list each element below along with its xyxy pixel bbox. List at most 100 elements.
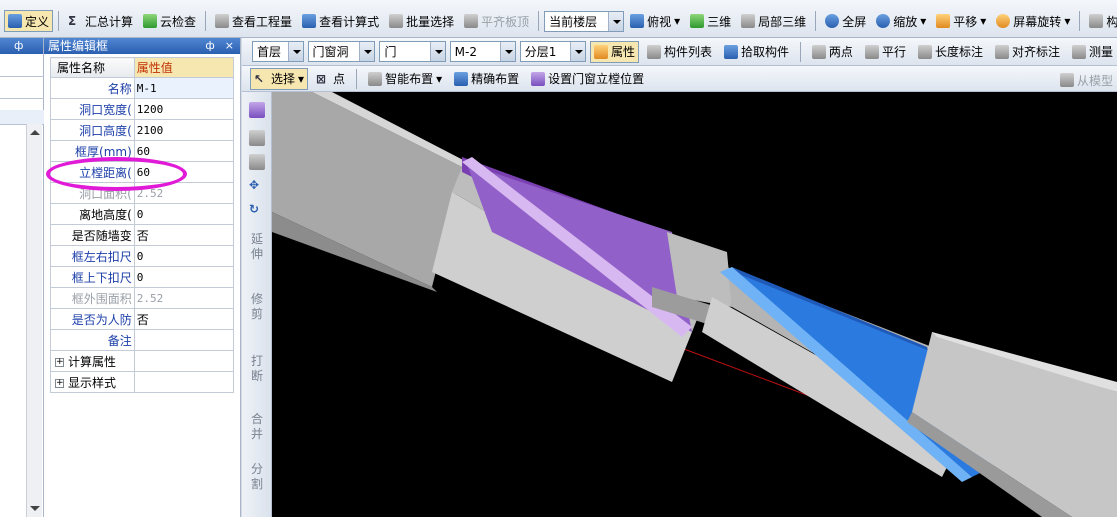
fullscreen-button[interactable]: 全屏 <box>821 10 870 32</box>
from-model-button[interactable]: 从模型 <box>1056 69 1117 91</box>
link-icon <box>215 14 230 28</box>
property-group-calc[interactable]: + 计算属性 <box>50 350 235 372</box>
component-select[interactable]: M-2 <box>449 41 516 62</box>
property-row-frame-thickness[interactable]: 框厚(mm) 60 <box>50 140 235 162</box>
move-icon[interactable]: ✥ <box>249 178 259 194</box>
point-button[interactable]: ⊠ 点 <box>312 68 349 90</box>
define-button[interactable]: 定义 <box>4 10 54 32</box>
property-grid: 属性名称 属性值 名称 M-1 洞口宽度( 1200 洞口高度( 2100 框厚… <box>50 57 235 393</box>
property-value[interactable]: 2100 <box>133 119 235 141</box>
property-label: 备注 <box>50 329 135 351</box>
expand-icon[interactable]: + <box>55 357 64 367</box>
property-row-frame-lr-deduct[interactable]: 框左右扣尺 0 <box>50 245 235 267</box>
component-button[interactable]: 构件 <box>1085 10 1117 32</box>
level-slab-button[interactable]: 平齐板顶 <box>460 10 533 32</box>
layer-select[interactable]: 分层1 <box>519 41 586 62</box>
3d-viewport[interactable] <box>272 92 1117 517</box>
property-row-opening-area[interactable]: 洞口面积( 2.52 <box>50 182 235 204</box>
scroll-up-icon[interactable] <box>30 130 40 135</box>
length-dim-button[interactable]: 长度标注 <box>914 41 987 63</box>
group-label[interactable]: + 显示样式 <box>50 371 135 393</box>
property-group-display[interactable]: + 显示样式 <box>50 371 235 393</box>
trim-tool[interactable]: 修剪 <box>250 292 264 322</box>
floor-scope-select[interactable]: 当前楼层 <box>544 10 625 32</box>
property-value[interactable] <box>133 329 235 351</box>
type-select[interactable]: 门 <box>379 41 446 62</box>
property-value[interactable]: 1200 <box>133 98 235 120</box>
selected-row[interactable] <box>0 110 44 124</box>
cloud-check-button[interactable]: 云检查 <box>139 10 200 32</box>
vertical-scrollbar[interactable] <box>26 124 42 517</box>
pin-icon[interactable]: ф <box>205 38 214 54</box>
pick-component-button[interactable]: 拾取构件 <box>720 41 793 63</box>
parallel-button[interactable]: 平行 <box>861 41 910 63</box>
property-value[interactable]: 0 <box>133 245 235 267</box>
view-formula-button[interactable]: 查看计算式 <box>298 10 383 32</box>
select-button[interactable]: ↖ 选择 ▾ <box>250 67 309 90</box>
property-value: 2.52 <box>133 287 235 309</box>
property-value[interactable]: 否 <box>133 224 235 246</box>
property-row-remarks[interactable]: 备注 <box>50 329 235 351</box>
break-tool[interactable]: 打断 <box>250 354 264 384</box>
extend-tool[interactable]: 延伸 <box>250 232 264 262</box>
merge-tool[interactable]: 合并 <box>250 412 264 442</box>
scroll-down-icon[interactable] <box>30 506 40 511</box>
column-header-value: 属性值 <box>133 57 235 78</box>
pin-icon[interactable]: ф <box>14 39 23 52</box>
mirror-icon[interactable] <box>249 154 265 170</box>
main-toolbar: 定义 Σ 汇总计算 云检查 查看工程量 查看计算式 批量选择 平齐板顶 当前楼层 … <box>0 0 1117 38</box>
zoom-button[interactable]: 缩放 ▾ <box>872 10 930 32</box>
copy-icon[interactable] <box>249 130 265 146</box>
view-quantity-button[interactable]: 查看工程量 <box>211 10 296 32</box>
batch-select-button[interactable]: 批量选择 <box>385 10 458 32</box>
three-d-button[interactable]: 三维 <box>686 10 735 32</box>
two-points-button[interactable]: 两点 <box>808 41 857 63</box>
top-view-button[interactable]: 俯视 ▾ <box>626 10 684 32</box>
property-value[interactable]: 0 <box>133 266 235 288</box>
properties-button[interactable]: 属性 <box>589 40 639 63</box>
component-list-button[interactable]: 构件列表 <box>643 41 716 63</box>
pan-button[interactable]: 平移 ▾ <box>932 10 990 32</box>
left-panel-header: ф <box>0 38 43 54</box>
property-value[interactable]: M-1 <box>133 77 235 99</box>
smart-layout-button[interactable]: 智能布置 ▾ <box>364 68 446 90</box>
property-row-frame-tb-deduct[interactable]: 框上下扣尺 0 <box>50 266 235 288</box>
brush-icon[interactable] <box>249 102 265 118</box>
chevron-down-icon: ▾ <box>436 71 443 86</box>
property-value[interactable]: 60 <box>133 140 235 162</box>
chevron-down-icon <box>359 42 375 61</box>
expand-icon[interactable]: + <box>55 378 64 388</box>
partial-3d-button[interactable]: 局部三维 <box>737 10 810 32</box>
property-label: 立樘距离( <box>50 161 135 183</box>
define-icon <box>8 14 22 28</box>
property-row-civil-defense[interactable]: 是否为人防 否 <box>50 308 235 330</box>
rotate-icon[interactable]: ↻ <box>249 202 259 218</box>
property-row-name[interactable]: 名称 M-1 <box>50 77 235 99</box>
align-dim-button[interactable]: 对齐标注 <box>991 41 1064 63</box>
set-frame-position-button[interactable]: 设置门窗立樘位置 <box>527 68 648 90</box>
property-row-frame-outer-area[interactable]: 框外围面积 2.52 <box>50 287 235 309</box>
floor-select[interactable]: 首层 <box>252 41 304 62</box>
property-value[interactable]: 否 <box>133 308 235 330</box>
property-label: 是否为人防 <box>50 308 135 330</box>
measure-button[interactable]: 测量 <box>1068 41 1117 63</box>
properties-icon <box>593 44 608 59</box>
property-row-frame-offset[interactable]: 立樘距离( 60 <box>50 161 235 183</box>
precise-layout-button[interactable]: 精确布置 <box>450 68 523 90</box>
property-row-height-above-floor[interactable]: 离地高度( 0 <box>50 203 235 225</box>
property-value[interactable]: 60 <box>133 161 235 183</box>
category-select[interactable]: 门窗洞 <box>307 41 376 62</box>
chevron-down-icon: ▾ <box>980 14 987 28</box>
property-row-follow-wall[interactable]: 是否随墙变 否 <box>50 224 235 246</box>
property-value[interactable]: 0 <box>133 203 235 225</box>
property-editor-panel: 属性编辑框 ф × 属性名称 属性值 名称 M-1 洞口宽度( 1200 洞口高… <box>44 38 241 517</box>
split-tool[interactable]: 分割 <box>250 462 264 492</box>
group-label[interactable]: + 计算属性 <box>50 350 135 372</box>
property-row-opening-height[interactable]: 洞口高度( 2100 <box>50 119 235 141</box>
sum-calc-button[interactable]: Σ 汇总计算 <box>64 10 137 32</box>
property-row-opening-width[interactable]: 洞口宽度( 1200 <box>50 98 235 120</box>
close-icon[interactable]: × <box>225 38 234 54</box>
rotate-button[interactable]: 屏幕旋转 ▾ <box>992 10 1074 32</box>
group-value <box>133 350 235 372</box>
property-label: 洞口高度( <box>50 119 135 141</box>
